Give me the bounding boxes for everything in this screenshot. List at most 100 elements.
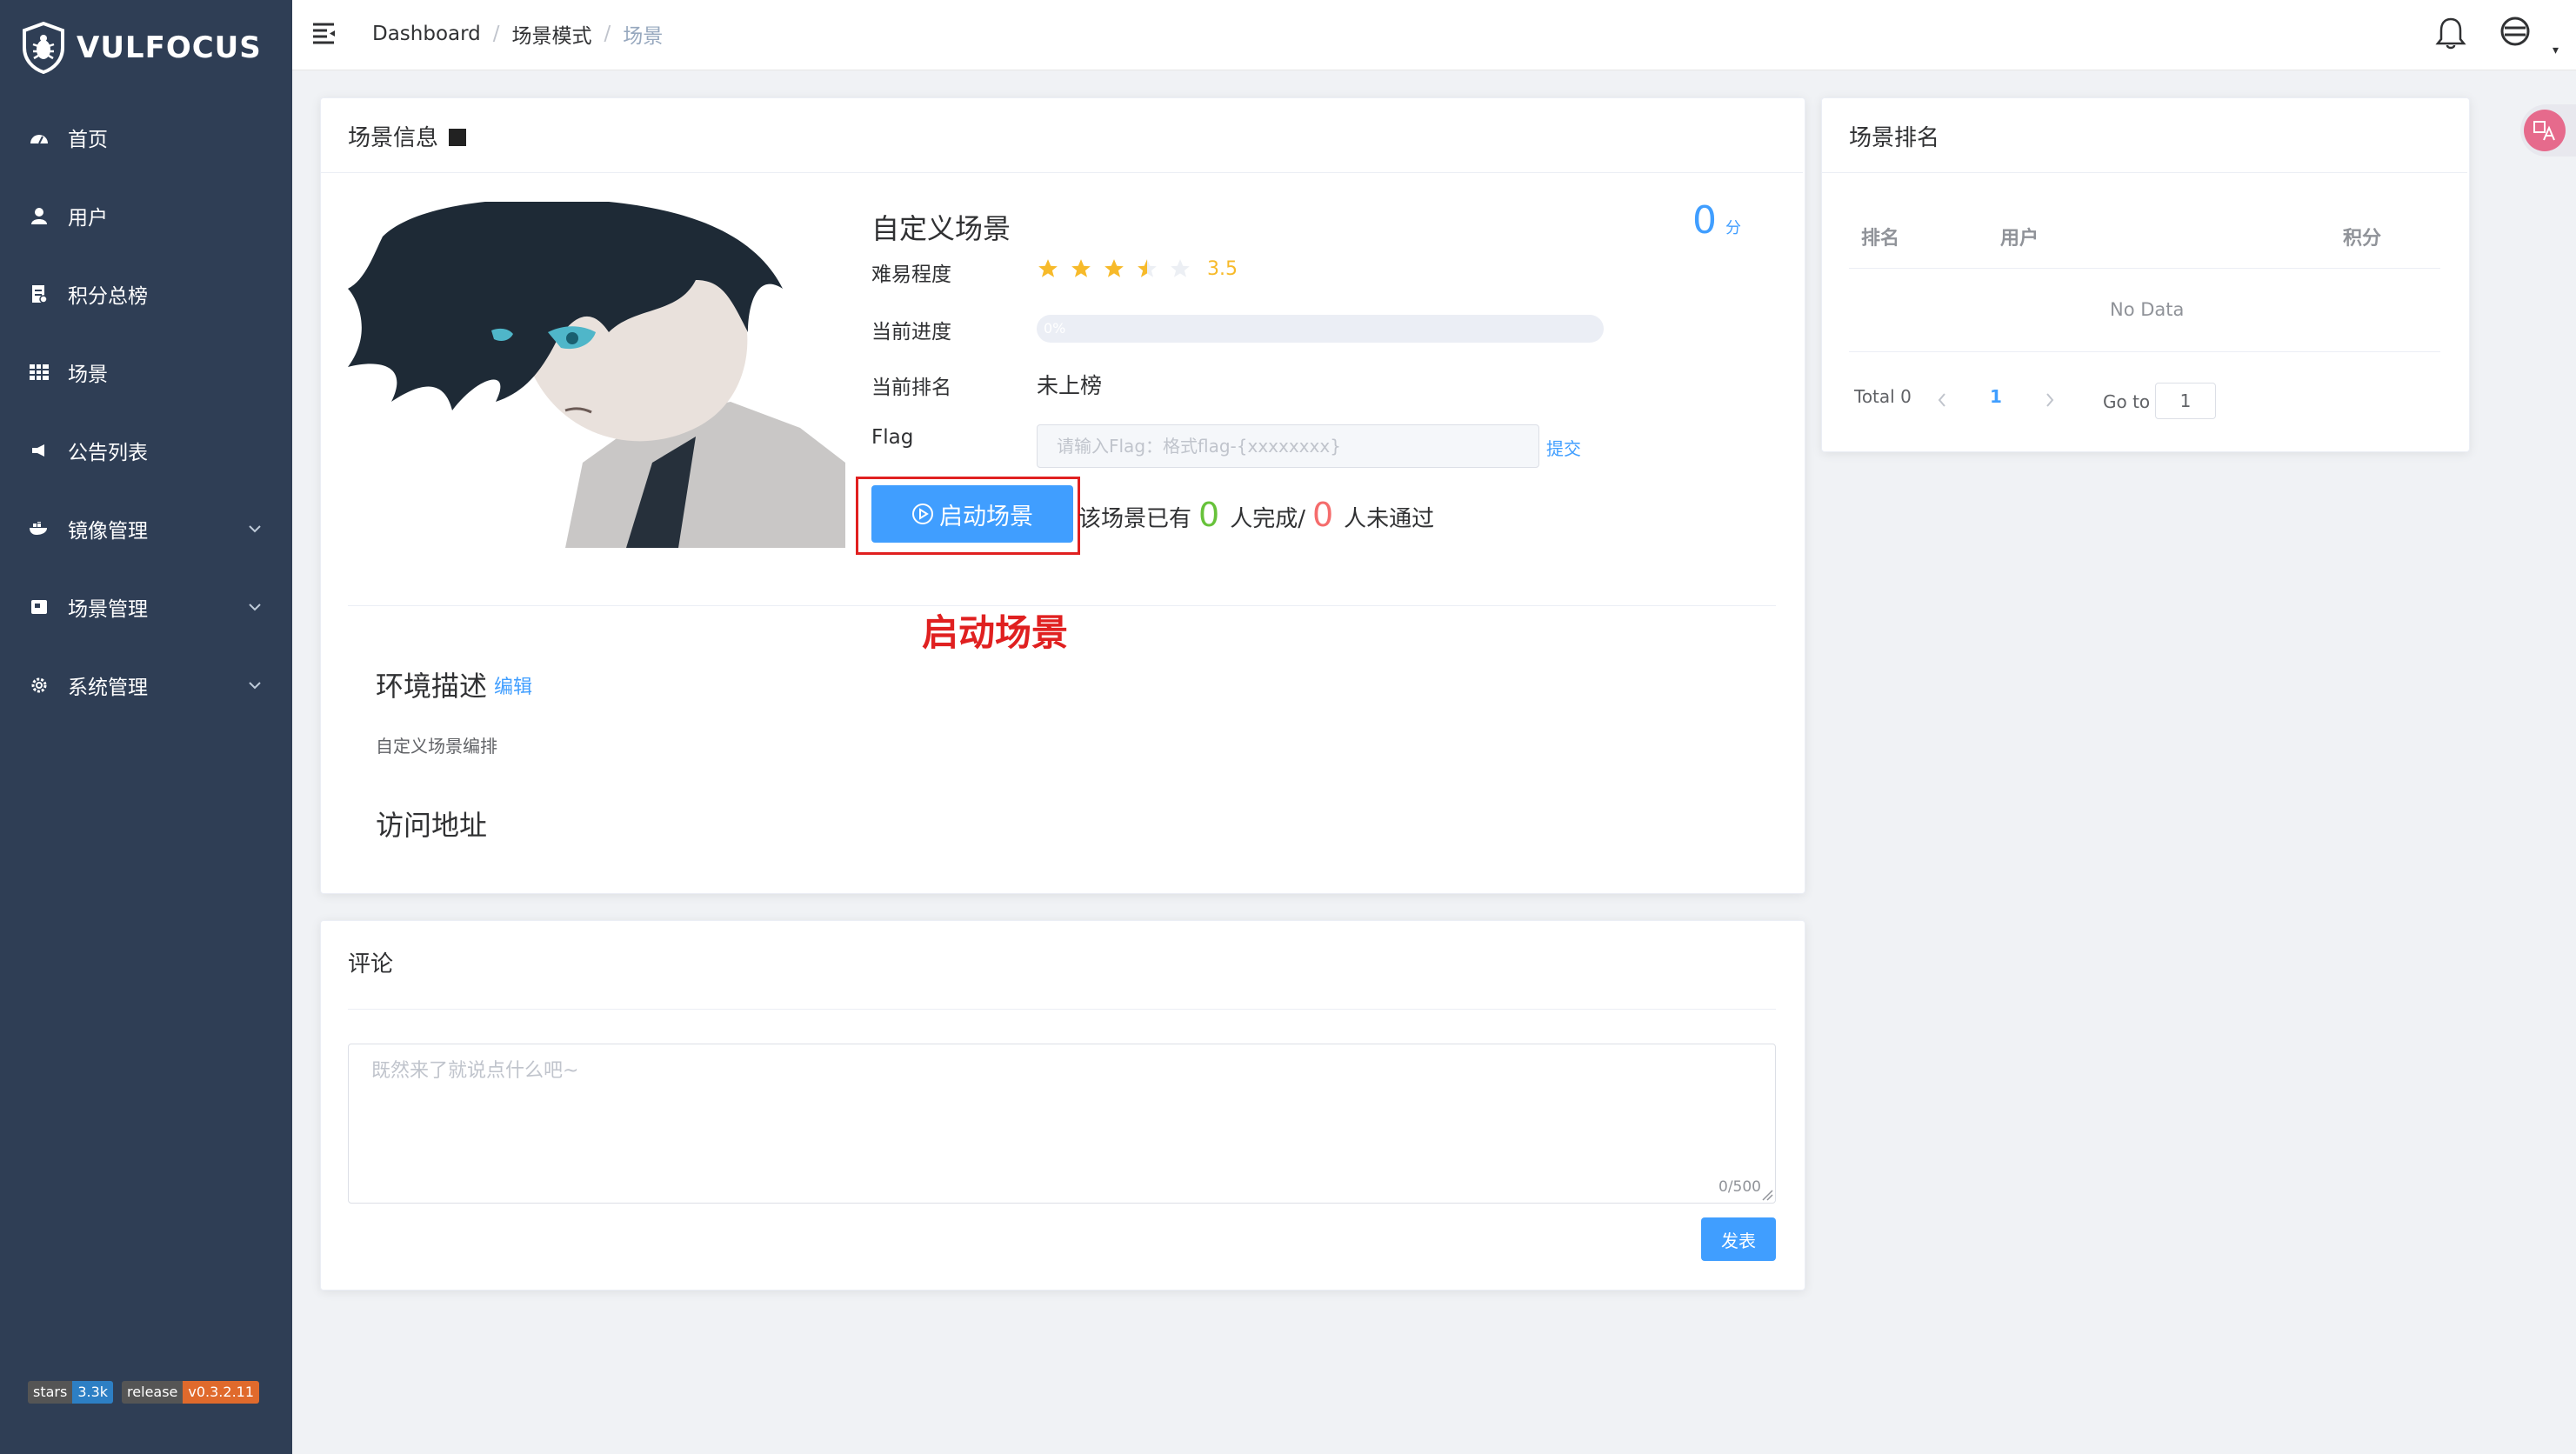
sidebar-item-label: 镜像管理 <box>68 520 148 543</box>
resize-handle-icon[interactable] <box>1761 1189 1773 1201</box>
pagination-goto-input[interactable]: 1 <box>2155 383 2216 419</box>
card-header-divider <box>321 172 1803 173</box>
sidebar-item-users[interactable]: 用户 <box>0 190 292 242</box>
sidebar-item-label: 公告列表 <box>68 442 148 464</box>
user-avatar-icon[interactable] <box>2499 16 2531 47</box>
sidebar-item-home[interactable]: 首页 <box>0 111 292 163</box>
stars-badge[interactable]: stars 3.3k <box>28 1381 114 1404</box>
sidebar: VULFOCUS 首页 用户 积分总榜 场景 公告列表 镜像管理 场景管理 系统… <box>0 0 292 1454</box>
flag-input[interactable]: 请输入Flag：格式flag-{xxxxxxxx} <box>1037 424 1539 468</box>
chevron-down-icon <box>249 604 261 611</box>
breadcrumb-separator: / <box>492 23 500 45</box>
sidebar-item-system-management[interactable]: 系统管理 <box>0 659 292 711</box>
rank-label: 当前排名 <box>871 377 951 399</box>
sidebar-item-image-management[interactable]: 镜像管理 <box>0 503 292 555</box>
badge-value: 3.3k <box>72 1381 114 1404</box>
sidebar-item-label: 场景管理 <box>68 598 148 621</box>
translate-icon <box>2524 110 2566 151</box>
breadcrumb-separator: / <box>604 23 611 45</box>
start-scene-button[interactable]: 启动场景 <box>871 485 1073 543</box>
sidebar-item-label: 积分总榜 <box>68 285 148 308</box>
pagination-current-page[interactable]: 1 <box>1990 386 2002 407</box>
sidebar-item-scenes[interactable]: 场景 <box>0 346 292 398</box>
progress-label: 当前进度 <box>871 321 951 343</box>
flag-label: Flag <box>871 426 914 449</box>
edit-description-link[interactable]: 编辑 <box>494 671 532 699</box>
logo-text: VULFOCUS <box>77 30 262 65</box>
progress-text: 0% <box>1044 320 1066 337</box>
breadcrumb-item-scene-mode[interactable]: 场景模式 <box>512 19 592 49</box>
next-page-icon[interactable] <box>2044 391 2056 409</box>
publish-button[interactable]: 发表 <box>1701 1217 1776 1261</box>
chevron-down-icon <box>249 682 261 690</box>
logo[interactable]: VULFOCUS <box>21 17 262 78</box>
star-full-icon <box>1104 259 1124 277</box>
translate-floating-button[interactable] <box>2520 104 2576 157</box>
completed-count: 0 <box>1198 496 1220 534</box>
completion-stats: 该场景已有 0 人完成/ 0 人未通过 <box>1078 496 1434 534</box>
shield-bug-logo-icon <box>23 22 64 74</box>
menu-toggle-icon[interactable] <box>311 21 337 45</box>
completed-suffix: 人完成/ <box>1230 506 1305 532</box>
table-header-divider <box>1849 268 2440 269</box>
user-icon <box>26 207 52 224</box>
ranking-header-divider <box>1822 172 2467 173</box>
comment-char-counter: 0/500 <box>1718 1178 1761 1196</box>
comment-title: 评论 <box>348 951 394 977</box>
bell-icon[interactable] <box>2435 16 2466 50</box>
document-icon <box>26 284 52 303</box>
chevron-down-icon <box>249 525 261 533</box>
env-description-title: 环境描述 <box>376 670 488 703</box>
difficulty-label: 难易程度 <box>871 263 951 286</box>
gear-icon <box>26 677 52 694</box>
empty-table-text: No Data <box>2110 299 2185 320</box>
sidebar-item-announcements[interactable]: 公告列表 <box>0 424 292 477</box>
play-circle-icon <box>912 504 933 524</box>
difficulty-score: 3.5 <box>1207 257 1238 280</box>
comment-textarea[interactable]: 既然来了就说点什么吧~ 0/500 <box>348 1044 1776 1204</box>
scene-info-title: 场景信息 <box>348 120 467 152</box>
megaphone-icon <box>26 444 52 457</box>
star-empty-icon <box>1171 259 1190 277</box>
failed-suffix: 人未通过 <box>1344 506 1435 532</box>
star-full-icon <box>1038 259 1058 277</box>
badge-value: v0.3.2.11 <box>183 1381 260 1404</box>
docker-icon <box>26 522 52 536</box>
column-header-user[interactable]: 用户 <box>2000 223 2039 250</box>
progress-bar: 0% <box>1037 315 1604 343</box>
pagination-goto-label: Go to <box>2103 391 2151 412</box>
sidebar-item-label: 系统管理 <box>68 677 148 699</box>
comment-placeholder: 既然来了就说点什么吧~ <box>371 1060 579 1082</box>
column-header-score[interactable]: 积分 <box>2343 223 2381 250</box>
scene-cover-image <box>348 202 845 548</box>
ranking-title: 场景排名 <box>1849 125 1940 151</box>
difficulty-rating: 3.5 <box>1037 257 1238 280</box>
prev-page-icon[interactable] <box>1936 391 1948 409</box>
column-header-rank[interactable]: 排名 <box>1861 223 1899 250</box>
comment-divider <box>348 1009 1776 1010</box>
caret-down-icon[interactable]: ▾ <box>2553 43 2559 57</box>
failed-count: 0 <box>1311 496 1334 534</box>
breadcrumb-item-dashboard[interactable]: Dashboard <box>372 23 481 45</box>
star-full-icon <box>1071 259 1091 277</box>
score-display: 0 分 <box>1692 198 1741 243</box>
submit-flag-button[interactable]: 提交 <box>1546 435 1581 460</box>
stats-prefix: 该场景已有 <box>1078 506 1192 532</box>
annotation-label: 启动场景 <box>922 611 1069 654</box>
scene-icon <box>26 600 52 614</box>
sidebar-item-scene-management[interactable]: 场景管理 <box>0 581 292 633</box>
badge-key: release <box>122 1381 184 1404</box>
score-unit: 分 <box>1725 219 1741 237</box>
star-half-icon <box>1138 259 1157 277</box>
top-header: Dashboard / 场景模式 / 场景 ▾ <box>292 0 2576 70</box>
grid-icon <box>26 364 52 380</box>
release-badge[interactable]: release v0.3.2.11 <box>122 1381 260 1404</box>
scene-name: 自定义场景 <box>871 212 1011 245</box>
scene-info-title-text: 场景信息 <box>348 125 439 151</box>
sidebar-item-leaderboard[interactable]: 积分总榜 <box>0 268 292 320</box>
env-description-text: 自定义场景编排 <box>376 736 497 757</box>
sidebar-item-label: 用户 <box>68 207 108 230</box>
start-scene-label: 启动场景 <box>939 503 1033 530</box>
badge-key: stars <box>28 1381 73 1404</box>
pagination-total: Total 0 <box>1854 386 1912 407</box>
